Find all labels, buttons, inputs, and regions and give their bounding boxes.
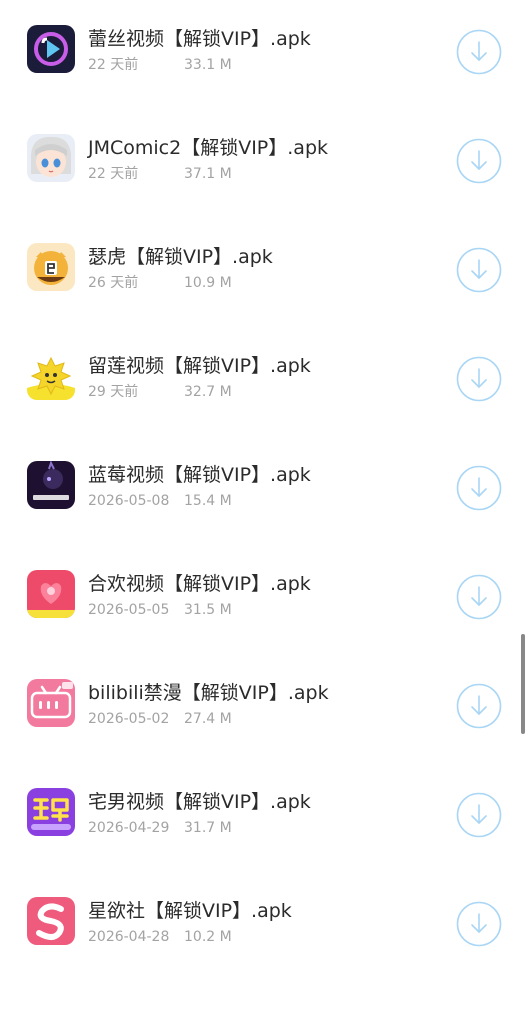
file-size: 37.1 M <box>184 166 232 182</box>
file-name: 瑟虎【解锁VIP】.apk <box>88 246 273 268</box>
file-date: 2026-05-02 <box>88 711 170 727</box>
file-name: 宅男视频【解锁VIP】.apk <box>88 791 311 813</box>
file-size: 32.7 M <box>184 384 232 400</box>
download-arrow-icon <box>456 138 502 184</box>
file-size: 31.7 M <box>184 820 232 836</box>
sehu-app-icon <box>27 243 75 291</box>
file-meta: 2026-05-08 15.4 M <box>88 492 232 510</box>
list-item[interactable]: 瑟虎【解锁VIP】.apk 26 天前 10.9 M <box>0 243 530 352</box>
download-arrow-icon <box>456 29 502 75</box>
list-item[interactable]: 星欲社【解锁VIP】.apk 2026-04-28 10.2 M <box>0 897 530 1006</box>
file-name: 蓝莓视频【解锁VIP】.apk <box>88 464 311 486</box>
download-button[interactable] <box>456 247 502 293</box>
list-item[interactable]: 留莲视频【解锁VIP】.apk 29 天前 32.7 M <box>0 352 530 461</box>
bilibili-app-icon <box>27 679 75 727</box>
download-button[interactable] <box>456 792 502 838</box>
download-arrow-icon <box>456 574 502 620</box>
file-meta: 2026-05-05 31.5 M <box>88 601 232 619</box>
download-arrow-icon <box>456 356 502 402</box>
download-arrow-icon <box>456 901 502 947</box>
file-meta: 22 天前 37.1 M <box>88 165 232 183</box>
file-date: 2026-05-08 <box>88 493 170 509</box>
file-size: 15.4 M <box>184 493 232 509</box>
file-name: 星欲社【解锁VIP】.apk <box>88 900 292 922</box>
file-meta: 22 天前 33.1 M <box>88 56 232 74</box>
download-button[interactable] <box>456 574 502 620</box>
file-meta: 2026-04-28 10.2 M <box>88 928 232 946</box>
download-button[interactable] <box>456 465 502 511</box>
file-size: 31.5 M <box>184 602 232 618</box>
leisi-app-icon <box>27 25 75 73</box>
file-date: 2026-04-28 <box>88 929 170 945</box>
download-button[interactable] <box>456 901 502 947</box>
list-item[interactable]: 蕾丝视频【解锁VIP】.apk 22 天前 33.1 M <box>0 25 530 134</box>
zhainan-app-icon <box>27 788 75 836</box>
download-button[interactable] <box>456 683 502 729</box>
file-name: 蕾丝视频【解锁VIP】.apk <box>88 28 311 50</box>
xingyu-app-icon <box>27 897 75 945</box>
file-date: 26 天前 <box>88 275 139 291</box>
file-date: 2026-05-05 <box>88 602 170 618</box>
file-date: 29 天前 <box>88 384 139 400</box>
download-button[interactable] <box>456 356 502 402</box>
scrollbar-thumb[interactable] <box>521 634 525 734</box>
hehuan-app-icon <box>27 570 75 618</box>
list-item[interactable]: 宅男视频【解锁VIP】.apk 2026-04-29 31.7 M <box>0 788 530 897</box>
file-meta: 2026-05-02 27.4 M <box>88 710 232 728</box>
lanmei-app-icon <box>27 461 75 509</box>
file-date: 22 天前 <box>88 57 139 73</box>
file-name: JMComic2【解锁VIP】.apk <box>88 137 329 159</box>
file-name: 合欢视频【解锁VIP】.apk <box>88 573 311 595</box>
file-date: 2026-04-29 <box>88 820 170 836</box>
jmcomic-app-icon <box>27 134 75 182</box>
file-size: 10.2 M <box>184 929 232 945</box>
liulian-app-icon <box>27 352 75 400</box>
file-list: 蕾丝视频【解锁VIP】.apk 22 天前 33.1 M JMComic2【解锁… <box>0 25 530 1006</box>
list-item[interactable]: 合欢视频【解锁VIP】.apk 2026-05-05 31.5 M <box>0 570 530 679</box>
download-arrow-icon <box>456 792 502 838</box>
download-arrow-icon <box>456 465 502 511</box>
file-date: 22 天前 <box>88 166 139 182</box>
download-button[interactable] <box>456 138 502 184</box>
list-item[interactable]: JMComic2【解锁VIP】.apk 22 天前 37.1 M <box>0 134 530 243</box>
list-item[interactable]: bilibili禁漫【解锁VIP】.apk 2026-05-02 27.4 M <box>0 679 530 788</box>
list-item[interactable]: 蓝莓视频【解锁VIP】.apk 2026-05-08 15.4 M <box>0 461 530 570</box>
download-list-screen: 蕾丝视频【解锁VIP】.apk 22 天前 33.1 M JMComic2【解锁… <box>0 0 530 1024</box>
file-meta: 26 天前 10.9 M <box>88 274 232 292</box>
file-size: 10.9 M <box>184 275 232 291</box>
download-arrow-icon <box>456 683 502 729</box>
file-meta: 2026-04-29 31.7 M <box>88 819 232 837</box>
file-name: bilibili禁漫【解锁VIP】.apk <box>88 682 329 704</box>
file-meta: 29 天前 32.7 M <box>88 383 232 401</box>
file-size: 33.1 M <box>184 57 232 73</box>
file-name: 留莲视频【解锁VIP】.apk <box>88 355 311 377</box>
file-size: 27.4 M <box>184 711 232 727</box>
download-arrow-icon <box>456 247 502 293</box>
download-button[interactable] <box>456 29 502 75</box>
